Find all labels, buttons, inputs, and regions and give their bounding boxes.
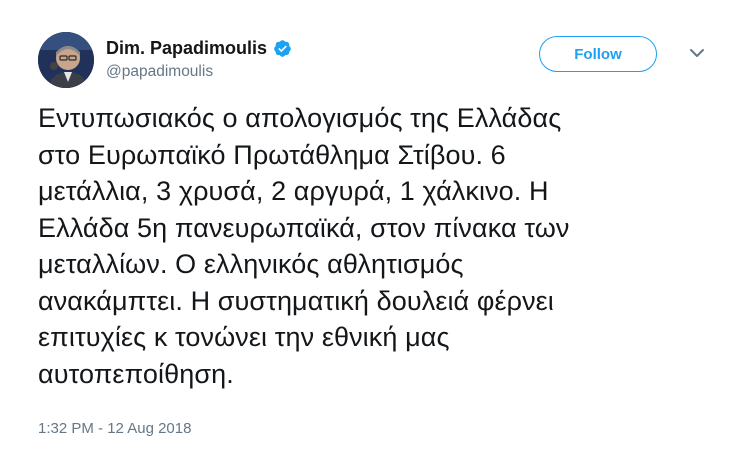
author-names: Dim. Papadimoulis @papadimoulis: [106, 38, 292, 81]
tweet-header: Dim. Papadimoulis @papadimoulis Follow: [38, 32, 705, 90]
verified-badge-icon: [273, 39, 292, 58]
tweet-timestamp[interactable]: 1:32 PM - 12 Aug 2018: [38, 420, 191, 437]
tweet-text: Εντυπωσιακός ο απολογισμός της Ελλάδας σ…: [38, 103, 570, 389]
display-name[interactable]: Dim. Papadimoulis: [106, 38, 267, 59]
chevron-down-icon[interactable]: [689, 46, 705, 58]
author-handle[interactable]: @papadimoulis: [106, 63, 292, 81]
follow-button[interactable]: Follow: [539, 36, 657, 72]
display-name-row: Dim. Papadimoulis: [106, 38, 292, 59]
tweet-card: Dim. Papadimoulis @papadimoulis Follow Ε…: [0, 0, 735, 452]
avatar-photo-icon: [38, 32, 94, 88]
avatar[interactable]: [38, 32, 94, 88]
